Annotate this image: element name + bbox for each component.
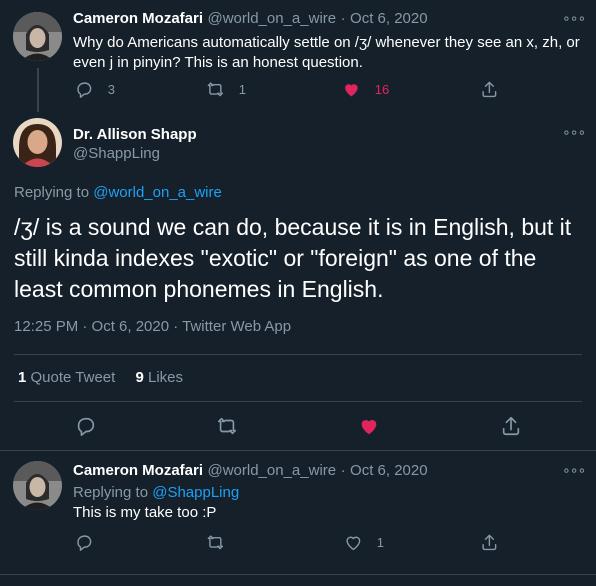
likes-stat[interactable]: 9 Likes <box>135 369 183 386</box>
share-button[interactable] <box>500 415 522 437</box>
reply-count: 3 <box>107 81 115 97</box>
reply-button[interactable]: 3 <box>75 80 115 99</box>
retweet-icon <box>207 535 224 550</box>
more-icon[interactable]: ∘∘∘ <box>562 10 586 27</box>
retweet-count: 1 <box>238 81 246 97</box>
separator: · <box>340 462 346 479</box>
likes-count: 9 <box>135 369 144 386</box>
divider <box>14 354 582 355</box>
reply-icon <box>77 535 92 551</box>
like-button[interactable] <box>358 415 380 437</box>
main-tweet-text: /ʒ/ is a sound we can do, because it is … <box>14 212 571 305</box>
tweet-text-line: /ʒ/ is a sound we can do, because it is … <box>14 214 572 240</box>
avatar-cameron[interactable] <box>13 461 62 510</box>
author-name[interactable]: Dr. Allison Shapp <box>73 126 197 143</box>
author-name[interactable]: Cameron Mozafari <box>73 10 203 27</box>
like-icon <box>361 420 377 435</box>
tweet-text: This is my take too :P <box>73 504 217 521</box>
share-button[interactable] <box>480 80 499 99</box>
like-count: 1 <box>376 534 384 550</box>
replying-to-handle[interactable]: @ShappLing <box>152 484 239 501</box>
author-name[interactable]: Cameron Mozafari <box>73 462 203 479</box>
retweet-icon <box>207 82 224 97</box>
divider <box>0 574 596 575</box>
replying-to: Replying to @world_on_a_wire <box>14 184 222 201</box>
tweet-text-line: even j in pinyin? This is an honest ques… <box>73 54 363 71</box>
replying-to-label: Replying to <box>14 184 90 201</box>
main-author: Dr. Allison Shapp @ShappLing <box>73 126 197 162</box>
tweet1-header: Cameron Mozafari @world_on_a_wire · Oct … <box>73 10 428 28</box>
retweet-button[interactable] <box>216 415 238 437</box>
tweet3-header: Cameron Mozafari @world_on_a_wire · Oct … <box>73 462 428 480</box>
tweet-text-line: Why do Americans automatically settle on… <box>73 34 580 51</box>
quote-tweet-stat[interactable]: 1 Quote Tweet <box>18 369 119 386</box>
share-icon <box>502 416 520 436</box>
share-button[interactable] <box>480 533 499 552</box>
tweet-text-line: least common phonemes in English. <box>14 276 384 302</box>
reply-icon <box>77 417 95 436</box>
reply-button[interactable] <box>75 533 94 552</box>
share-icon <box>482 81 497 98</box>
retweet-button[interactable] <box>206 533 225 552</box>
retweet-icon <box>217 417 237 435</box>
more-icon[interactable]: ∘∘∘ <box>562 462 586 479</box>
tweet-date[interactable]: Oct 6, 2020 <box>350 462 428 479</box>
more-icon[interactable]: ∘∘∘ <box>562 124 586 141</box>
like-button[interactable]: 1 <box>344 533 384 552</box>
author-handle[interactable]: @ShappLing <box>73 145 197 162</box>
replying-to-handle[interactable]: @world_on_a_wire <box>93 184 222 201</box>
likes-label: Likes <box>147 369 184 386</box>
reply-button[interactable] <box>75 415 97 437</box>
tweet-text-line: still kinda indexes "exotic" or "foreign… <box>14 245 537 271</box>
quote-label: Quote Tweet <box>30 369 116 386</box>
separator: · <box>340 10 346 27</box>
thread-line <box>37 68 39 112</box>
like-icon <box>346 536 361 551</box>
retweet-button[interactable]: 1 <box>206 80 246 99</box>
reply-icon <box>77 82 92 98</box>
avatar-cameron[interactable] <box>13 12 62 61</box>
replying-to-label: Replying to <box>73 484 149 501</box>
share-icon <box>482 534 497 551</box>
divider <box>14 401 582 402</box>
like-button[interactable]: 16 <box>342 80 389 99</box>
engagement-stats: 1 Quote Tweet 9 Likes <box>18 369 183 386</box>
quote-count: 1 <box>18 369 27 386</box>
tweet-timestamp[interactable]: 12:25 PM · Oct 6, 2020 · Twitter Web App <box>14 318 291 335</box>
author-handle[interactable]: @world_on_a_wire <box>207 10 336 27</box>
tweet1-text: Why do Americans automatically settle on… <box>73 33 580 73</box>
avatar-allison[interactable] <box>13 118 62 167</box>
author-handle[interactable]: @world_on_a_wire <box>207 462 336 479</box>
tweet-date[interactable]: Oct 6, 2020 <box>350 10 428 27</box>
like-count: 16 <box>374 81 390 97</box>
like-icon <box>345 84 358 97</box>
replying-to: Replying to @ShappLing <box>73 484 239 501</box>
divider <box>0 450 596 451</box>
